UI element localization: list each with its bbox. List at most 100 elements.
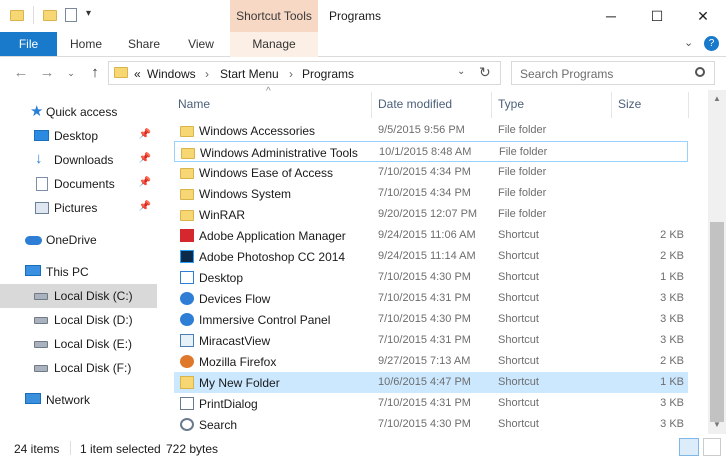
nav-documents[interactable]: Documents 📌 xyxy=(0,172,157,196)
details-view-button[interactable] xyxy=(679,438,699,456)
search-box[interactable]: Search Programs xyxy=(511,61,715,85)
pin-icon[interactable]: 📌 xyxy=(139,201,151,212)
minimize-button[interactable]: ─ xyxy=(588,0,634,32)
divider xyxy=(70,441,71,455)
nav-onedrive[interactable]: OneDrive xyxy=(0,228,157,252)
contextual-tab-group-label: Shortcut Tools xyxy=(236,9,312,23)
file-date-modified: 7/10/2015 4:34 PM xyxy=(378,187,471,199)
nav-desktop[interactable]: Desktop 📌 xyxy=(0,124,157,148)
tab-share[interactable]: Share xyxy=(122,32,166,56)
file-row[interactable]: WinRAR 9/20/2015 12:07 PM File folder xyxy=(174,204,688,225)
close-button[interactable]: ✕ xyxy=(680,0,726,32)
address-row: ← → ⌄ ↑ « Windows › Start Menu › Program… xyxy=(0,57,726,90)
file-row[interactable]: Mozilla Firefox 9/27/2015 7:13 AM Shortcut… xyxy=(174,351,688,372)
column-header-size[interactable]: Size xyxy=(618,97,641,111)
column-divider[interactable] xyxy=(491,92,492,118)
file-row[interactable]: Windows Accessories 9/5/2015 9:56 PM File … xyxy=(174,120,688,141)
breadcrumb-overflow[interactable]: « xyxy=(134,67,141,81)
column-divider[interactable] xyxy=(611,92,612,118)
help-icon[interactable]: ? xyxy=(704,36,719,51)
column-header-type[interactable]: Type xyxy=(498,97,524,111)
folder-icon xyxy=(10,8,24,22)
tab-manage[interactable]: Manage xyxy=(230,32,318,56)
pin-icon[interactable]: 📌 xyxy=(139,129,151,140)
maximize-button[interactable]: ☐ xyxy=(634,0,680,32)
recent-locations-button[interactable]: ⌄ xyxy=(62,65,80,83)
nav-drive-c[interactable]: Local Disk (C:) xyxy=(0,284,157,308)
refresh-icon[interactable]: ↻ xyxy=(479,64,491,81)
pin-icon[interactable]: 📌 xyxy=(139,153,151,164)
nav-this-pc[interactable]: This PC xyxy=(0,260,157,284)
nav-label: Desktop xyxy=(54,129,99,143)
column-divider[interactable] xyxy=(371,92,372,118)
file-name: Desktop xyxy=(199,271,244,285)
nav-drive-f[interactable]: Local Disk (F:) xyxy=(0,356,157,380)
file-row[interactable]: Windows Administrative Tools 10/1/2015 8:… xyxy=(174,141,688,162)
breadcrumb-start-menu[interactable]: Start Menu xyxy=(220,67,279,81)
nav-pictures[interactable]: Pictures 📌 xyxy=(0,196,157,220)
drive-icon xyxy=(34,341,48,348)
file-date-modified: 7/10/2015 4:31 PM xyxy=(378,292,471,304)
tab-home[interactable]: Home xyxy=(62,32,110,56)
file-row[interactable]: Desktop 7/10/2015 4:30 PM Shortcut 1 KB xyxy=(174,267,688,288)
navigation-pane: ★ Quick access Desktop 📌 ↓ Downloads 📌 D… xyxy=(0,90,166,434)
search-placeholder[interactable]: Search Programs xyxy=(520,67,613,81)
file-row[interactable]: Devices Flow 7/10/2015 4:31 PM Shortcut 3 K… xyxy=(174,288,688,309)
scroll-up-icon[interactable]: ▲ xyxy=(713,94,721,103)
file-row[interactable]: Adobe Photoshop CC 2014 9/24/2015 11:14 A… xyxy=(174,246,688,267)
file-row[interactable]: Windows Ease of Access 7/10/2015 4:34 PM F… xyxy=(174,162,688,183)
gear-icon xyxy=(180,292,194,305)
breadcrumb-windows[interactable]: Windows xyxy=(147,67,196,81)
up-button[interactable]: ↑ xyxy=(86,65,104,83)
newfolder-icon xyxy=(180,376,194,389)
large-icons-view-button[interactable] xyxy=(703,438,721,456)
back-button[interactable]: ← xyxy=(12,65,30,83)
folder-icon xyxy=(114,67,128,78)
column-header-name[interactable]: Name xyxy=(178,97,210,111)
breadcrumb-programs[interactable]: Programs xyxy=(302,67,354,81)
file-name: Immersive Control Panel xyxy=(199,313,331,327)
breadcrumb-separator[interactable]: › xyxy=(289,67,293,81)
file-name: Adobe Photoshop CC 2014 xyxy=(199,250,346,264)
nav-network[interactable]: Network xyxy=(0,388,157,412)
expand-ribbon-icon[interactable]: ⌄ xyxy=(684,36,693,49)
scrollbar-thumb[interactable] xyxy=(710,222,724,422)
file-row[interactable]: PrintDialog 7/10/2015 4:31 PM Shortcut 3 KB xyxy=(174,393,688,414)
nav-label: Documents xyxy=(54,177,115,191)
file-name: WinRAR xyxy=(199,208,246,222)
file-row[interactable]: My New Folder 10/6/2015 4:47 PM Shortcut 1 … xyxy=(174,372,688,393)
file-row[interactable]: Search 7/10/2015 4:30 PM Shortcut 3 KB xyxy=(174,414,688,435)
forward-button[interactable]: → xyxy=(38,65,56,83)
nav-quick-access[interactable]: ★ Quick access xyxy=(0,100,157,124)
new-folder-quick-icon[interactable] xyxy=(43,8,57,22)
file-size: 3 KB xyxy=(660,313,684,325)
column-divider[interactable] xyxy=(688,92,689,118)
customize-quick-access-icon[interactable]: ▾ xyxy=(86,8,91,19)
file-row[interactable]: MiracastView 7/10/2015 4:31 PM Shortcut 3 K… xyxy=(174,330,688,351)
file-date-modified: 7/10/2015 4:34 PM xyxy=(378,166,471,178)
address-bar[interactable]: « Windows › Start Menu › Programs ⌄ ↻ xyxy=(108,61,501,85)
file-date-modified: 10/1/2015 8:48 AM xyxy=(379,146,472,158)
file-name: Windows Administrative Tools xyxy=(200,146,358,160)
file-row[interactable]: Immersive Control Panel 7/10/2015 4:30 PM… xyxy=(174,309,688,330)
network-icon xyxy=(25,393,41,404)
file-type: Shortcut xyxy=(498,229,539,241)
nav-drive-e[interactable]: Local Disk (E:) xyxy=(0,332,157,356)
nav-drive-d[interactable]: Local Disk (D:) xyxy=(0,308,157,332)
tab-view[interactable]: View xyxy=(180,32,222,56)
nav-label: Local Disk (D:) xyxy=(54,313,133,327)
search-icon[interactable] xyxy=(695,67,705,77)
properties-quick-icon[interactable] xyxy=(65,8,77,22)
breadcrumb-separator[interactable]: › xyxy=(205,67,209,81)
pin-icon[interactable]: 📌 xyxy=(139,177,151,188)
file-row[interactable]: Windows System 7/10/2015 4:34 PM File fold… xyxy=(174,183,688,204)
title-bar: ▾ Shortcut Tools Programs ─ ☐ ✕ xyxy=(0,0,726,32)
tab-file[interactable]: File xyxy=(0,32,57,56)
column-header-date[interactable]: Date modified xyxy=(378,97,452,111)
file-size: 2 KB xyxy=(660,355,684,367)
file-row[interactable]: Adobe Application Manager 9/24/2015 11:06… xyxy=(174,225,688,246)
address-dropdown-icon[interactable]: ⌄ xyxy=(457,66,465,77)
computer-icon xyxy=(25,265,41,276)
file-date-modified: 7/10/2015 4:30 PM xyxy=(378,313,471,325)
nav-downloads[interactable]: ↓ Downloads 📌 xyxy=(0,148,157,172)
